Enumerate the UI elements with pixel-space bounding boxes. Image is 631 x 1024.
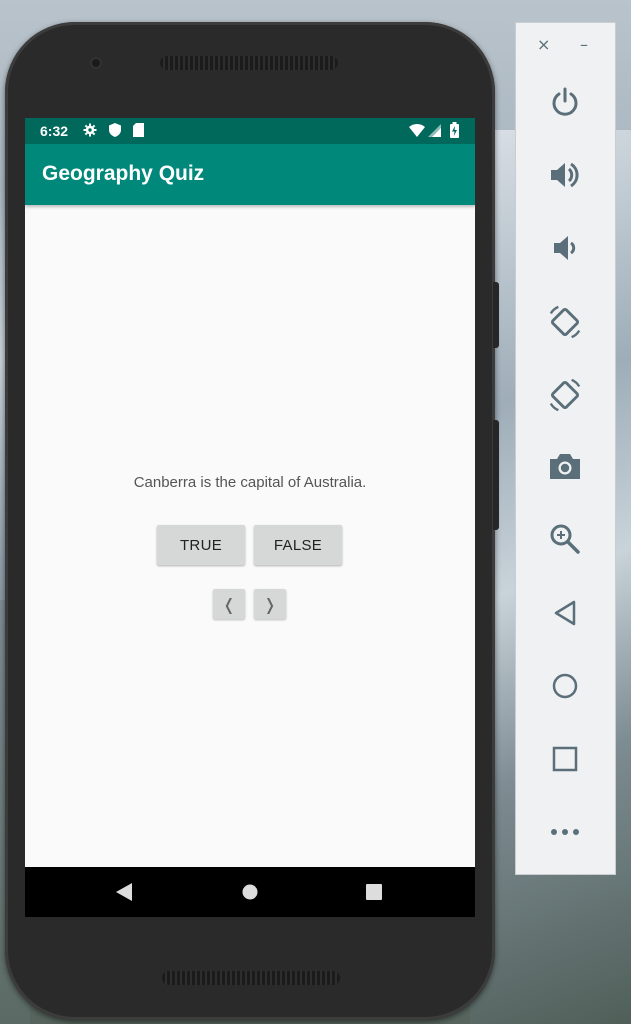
- shield-icon: [109, 123, 121, 140]
- sd-card-icon: [133, 123, 144, 140]
- battery-icon: [450, 122, 459, 141]
- more-options-icon[interactable]: [547, 814, 583, 850]
- rotate-right-icon[interactable]: [547, 377, 583, 413]
- gear-icon: [83, 123, 97, 140]
- previous-button[interactable]: ❬: [213, 589, 245, 619]
- back-triangle-icon[interactable]: [547, 595, 583, 631]
- next-button[interactable]: ❭: [254, 589, 286, 619]
- chevron-left-icon: ❬: [222, 594, 236, 614]
- camera-icon[interactable]: [547, 448, 583, 484]
- home-circle-icon[interactable]: [547, 668, 583, 704]
- minimize-icon[interactable]: –: [580, 35, 588, 54]
- question-text: Canberra is the capital of Australia.: [133, 474, 367, 491]
- status-bar: 6:32: [25, 118, 475, 144]
- power-icon[interactable]: [547, 84, 583, 120]
- back-icon[interactable]: [116, 883, 132, 905]
- top-speaker-grille: [160, 56, 338, 70]
- emulator-toolbar: × –: [515, 22, 616, 875]
- device-screen: 6:32 Geography Quiz Canberra is the capi…: [25, 118, 475, 917]
- home-icon[interactable]: [242, 884, 258, 904]
- zoom-icon[interactable]: [547, 521, 583, 557]
- volume-down-icon[interactable]: [547, 230, 583, 266]
- volume-up-icon[interactable]: [547, 157, 583, 193]
- app-bar: Geography Quiz: [25, 144, 475, 205]
- true-button[interactable]: TRUE: [157, 525, 245, 565]
- rotate-left-icon[interactable]: [547, 304, 583, 340]
- chevron-right-icon: ❭: [263, 594, 277, 614]
- app-title: Geography Quiz: [42, 162, 205, 185]
- phone-volume-side-button: [493, 420, 499, 530]
- signal-icon: [428, 124, 441, 140]
- system-navigation-bar: [25, 867, 475, 917]
- bottom-speaker-grille: [162, 971, 340, 985]
- recents-icon[interactable]: [366, 884, 382, 904]
- phone-power-side-button: [493, 282, 499, 348]
- status-time: 6:32: [40, 123, 69, 139]
- wifi-icon: [409, 124, 425, 140]
- close-icon[interactable]: ×: [537, 35, 550, 54]
- overview-square-icon[interactable]: [547, 741, 583, 777]
- false-button[interactable]: FALSE: [254, 525, 342, 565]
- front-camera: [90, 57, 102, 69]
